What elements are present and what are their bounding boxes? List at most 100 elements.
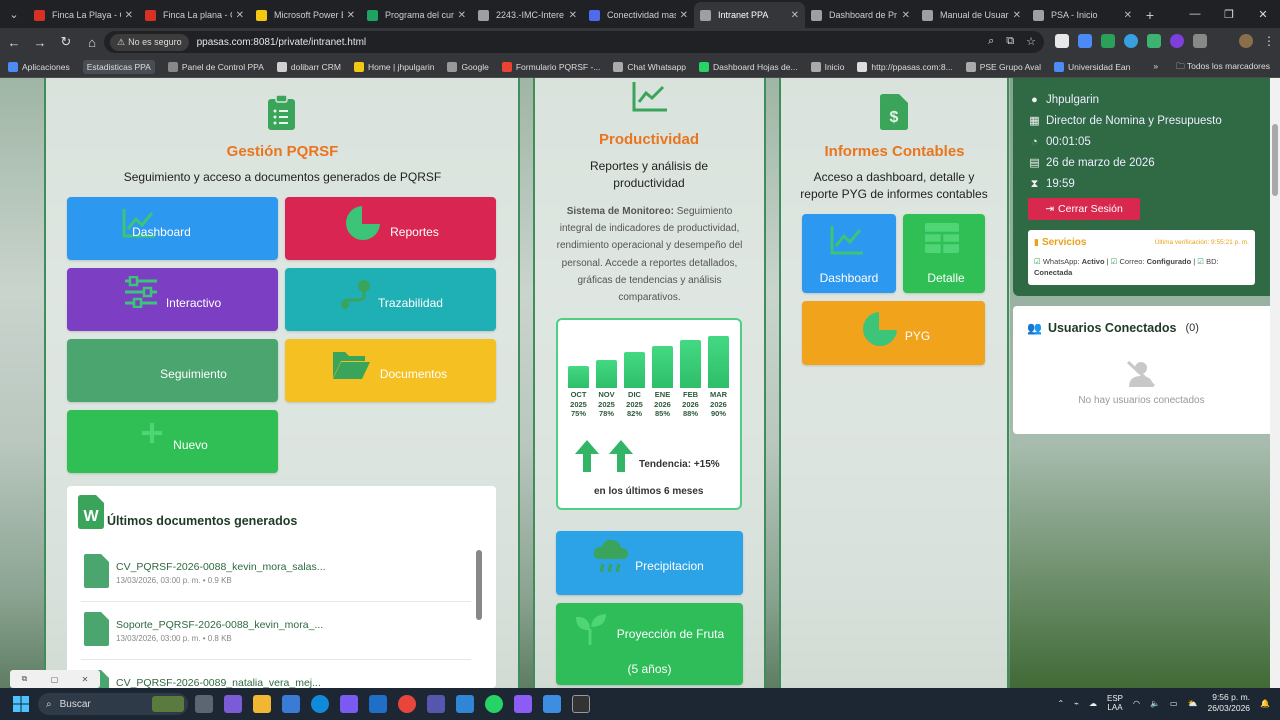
bookmark-item[interactable]: Panel de Control PPA	[167, 61, 264, 72]
tab-close-icon[interactable]: ✕	[1124, 10, 1132, 21]
bookmark-item[interactable]: Home | jhpulgarin	[353, 61, 434, 72]
forward-icon[interactable]: →	[28, 30, 52, 54]
home-icon[interactable]: ⌂	[80, 30, 104, 54]
weather-icon[interactable]: ⛅	[1188, 699, 1198, 708]
page-scrollbar[interactable]	[1270, 78, 1280, 688]
file-explorer-icon[interactable]	[253, 695, 271, 713]
browser-tab[interactable]: Microsoft Power B ✕	[250, 2, 361, 28]
address-bar[interactable]: ⚠ No es seguro ppasas.com:8081/private/i…	[104, 31, 1044, 53]
extensions-puzzle-icon[interactable]	[1193, 34, 1207, 48]
pqrsf-dashboard-button[interactable]: Dashboard	[67, 197, 278, 260]
extension-icon[interactable]	[1170, 34, 1184, 48]
restore-icon[interactable]: ❐	[1212, 0, 1246, 28]
bookmark-item[interactable]: Formulario PQRSF -...	[501, 61, 600, 72]
pqrsf-seguimiento-button[interactable]: Seguimiento	[67, 339, 278, 402]
tab-close-icon[interactable]: ✕	[680, 10, 688, 21]
precipitacion-button[interactable]: Precipitacion	[556, 531, 743, 595]
bookmark-item[interactable]: dolibarr CRM	[276, 61, 341, 72]
bookmark-item[interactable]: Universidad Ean	[1053, 61, 1130, 72]
security-chip[interactable]: ⚠ No es seguro	[110, 33, 189, 51]
chrome-icon[interactable]	[398, 695, 416, 713]
battery-icon[interactable]: ▭	[1170, 699, 1178, 708]
tab-close-icon[interactable]: ✕	[125, 10, 133, 21]
extension-icon[interactable]	[1124, 34, 1138, 48]
bookmark-item[interactable]: Dashboard Hojas de...	[699, 61, 798, 72]
document-name[interactable]: Soporte_PQRSF-2026-0088_kevin_mora_...	[116, 619, 323, 631]
browser-tab[interactable]: PSA - Inicio ✕	[1027, 2, 1138, 28]
extension-icon[interactable]	[1101, 34, 1115, 48]
taskbar-search[interactable]: ⌕ Buscar	[38, 693, 188, 715]
whatsapp-icon[interactable]	[485, 695, 503, 713]
browser-tab[interactable]: Intranet PPA ✕	[694, 2, 805, 28]
restore-icon[interactable]: ⧉	[22, 674, 28, 684]
store-icon[interactable]	[282, 695, 300, 713]
extension-icon[interactable]	[1078, 34, 1092, 48]
document-name[interactable]: CV_PQRSF-2026-0088_kevin_mora_salas...	[116, 561, 326, 573]
browser-tab[interactable]: Conectividad mas ✕	[583, 2, 694, 28]
document-list-item[interactable]: Soporte_PQRSF-2026-0088_kevin_mora_... 13…	[81, 602, 471, 660]
chevron-up-icon[interactable]: ⌃	[1057, 699, 1064, 708]
teams-classic-icon[interactable]	[427, 695, 445, 713]
bookmark-item[interactable]: Aplicaciones	[8, 61, 70, 72]
bookmark-item[interactable]: Inicio	[810, 61, 844, 72]
windows-start-icon[interactable]	[13, 696, 29, 712]
tab-close-icon[interactable]: ✕	[458, 10, 466, 21]
task-view-icon[interactable]	[195, 695, 213, 713]
tab-close-icon[interactable]: ✕	[791, 10, 799, 21]
tab-close-icon[interactable]: ✕	[1013, 10, 1021, 21]
tab-search-button[interactable]: ⌄	[0, 0, 28, 28]
pqrsf-nuevo-button[interactable]: Nuevo	[67, 410, 278, 473]
close-window-icon[interactable]: ✕	[1246, 0, 1280, 28]
browser-tab[interactable]: Dashboard de Pr ✕	[805, 2, 916, 28]
tab-close-icon[interactable]: ✕	[569, 10, 577, 21]
wifi-icon[interactable]: ◠	[1133, 699, 1140, 708]
mail-icon[interactable]	[456, 695, 474, 713]
contables-pyg-button[interactable]: PYG	[802, 301, 985, 365]
bookmark-item[interactable]: http://ppasas.com:8...	[857, 61, 953, 72]
language-indicator[interactable]: ESP LAA	[1107, 694, 1123, 712]
tab-close-icon[interactable]: ✕	[902, 10, 910, 21]
contables-detalle-button[interactable]: Detalle	[903, 214, 985, 293]
bookmark-item[interactable]: PSE Grupo Aval	[965, 61, 1041, 72]
pqrsf-trazabilidad-button[interactable]: Trazabilidad	[285, 268, 496, 331]
edge-icon[interactable]	[311, 695, 329, 713]
extension-icon[interactable]	[1055, 34, 1069, 48]
pqrsf-interactivo-button[interactable]: Interactivo	[67, 268, 278, 331]
document-list-item[interactable]: CV_PQRSF-2026-0088_kevin_mora_salas... 13…	[81, 544, 471, 602]
pqrsf-reportes-button[interactable]: Reportes	[285, 197, 496, 260]
browser-tab[interactable]: Manual de Usuari ✕	[916, 2, 1027, 28]
close-icon[interactable]: ✕	[82, 675, 89, 684]
bookmark-item[interactable]: Chat Whatsapp	[613, 61, 686, 72]
tab-close-icon[interactable]: ✕	[347, 10, 355, 21]
browser-tab[interactable]: Programa del curs ✕	[361, 2, 472, 28]
volume-icon[interactable]: 🔈	[1150, 699, 1160, 708]
browser-tab[interactable]: Finca La plana - G ✕	[139, 2, 250, 28]
network-icon[interactable]: ⌁	[1074, 699, 1079, 708]
url-text[interactable]: ppasas.com:8081/private/intranet.html	[197, 37, 367, 48]
bookmark-star-icon[interactable]: ☆	[1026, 35, 1036, 48]
reload-icon[interactable]: ↻	[54, 30, 78, 54]
pqrsf-documentos-button[interactable]: Documentos	[285, 339, 496, 402]
back-icon[interactable]: ←	[2, 30, 26, 54]
extension-icon[interactable]	[1147, 34, 1161, 48]
teams-chat-icon[interactable]	[514, 695, 532, 713]
zoom-icon[interactable]: ⌕	[988, 35, 994, 48]
notepad-icon[interactable]	[543, 695, 561, 713]
minimize-icon[interactable]: —	[1178, 0, 1212, 28]
bookmark-item[interactable]: Estadisticas PPA	[82, 59, 155, 74]
new-tab-button[interactable]: +	[1138, 2, 1162, 28]
notifications-bell-icon[interactable]: 🔔	[1260, 699, 1270, 708]
document-name[interactable]: CV_PQRSF-2026-0089_natalia_vera_mej...	[116, 677, 321, 688]
taskbar-clock[interactable]: 9:56 p. m. 26/03/2026	[1207, 692, 1250, 714]
proyeccion-fruta-button[interactable]: Proyección de Fruta (5 años)	[556, 603, 743, 685]
profile-avatar[interactable]	[1239, 34, 1253, 48]
bookmarks-overflow-icon[interactable]: »	[1153, 61, 1158, 75]
all-bookmarks-folder[interactable]: 🗀 Todos los marcadores	[1176, 61, 1270, 75]
documents-scrollbar[interactable]	[476, 550, 482, 620]
teams-icon[interactable]	[224, 695, 242, 713]
cloud-icon[interactable]: ☁	[1089, 699, 1097, 708]
bookmark-item[interactable]: Google	[447, 61, 489, 72]
browser-tab[interactable]: Finca La Playa - G ✕	[28, 2, 139, 28]
document-list-item[interactable]: CV_PQRSF-2026-0089_natalia_vera_mej...	[81, 660, 471, 688]
app-icon[interactable]	[572, 695, 590, 713]
